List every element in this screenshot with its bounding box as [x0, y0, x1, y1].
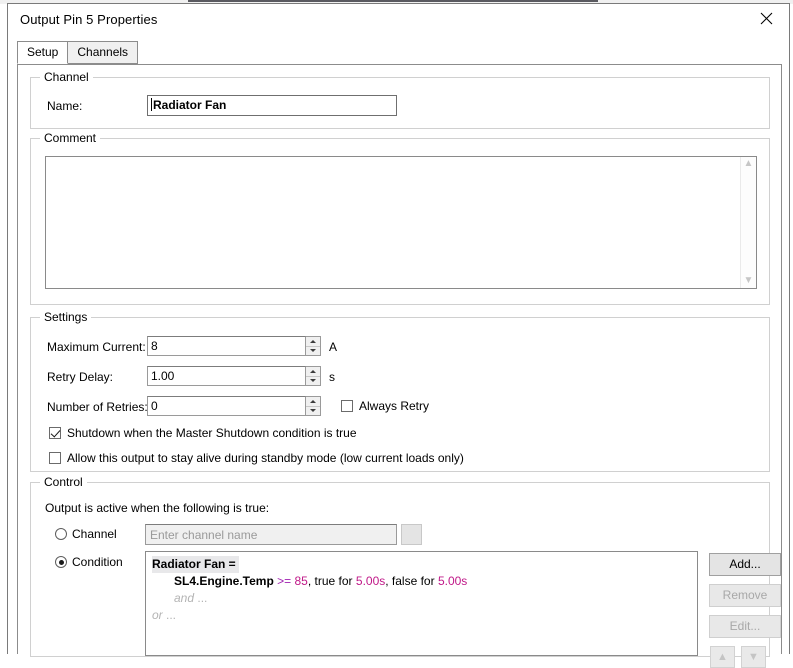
comment-group: Comment ▲ ▼	[30, 131, 770, 305]
retry-delay-input[interactable]: 1.00	[147, 366, 306, 386]
checkbox-box	[341, 400, 353, 412]
chevron-down-icon[interactable]: ▼	[744, 276, 754, 286]
stepper-up-icon[interactable]	[306, 397, 320, 407]
move-up-button: ▲	[710, 646, 735, 668]
stepper-down-icon[interactable]	[306, 346, 320, 355]
control-group: Control Output is active when the follow…	[30, 475, 781, 668]
text-caret	[151, 98, 152, 111]
name-label: Name:	[47, 99, 83, 113]
comment-scrollbar[interactable]: ▲ ▼	[740, 157, 756, 288]
channel-name-input[interactable]: Radiator Fan	[147, 95, 397, 116]
tab-channels[interactable]: Channels	[67, 41, 139, 64]
condition-channel: SL4.Engine.Temp	[174, 574, 274, 588]
retries-stepper[interactable]	[306, 396, 321, 416]
close-icon	[760, 12, 773, 25]
browse-channel-button[interactable]	[401, 524, 422, 545]
retry-delay-unit: s	[329, 370, 335, 384]
channel-group-label: Channel	[40, 70, 93, 84]
condition-rule-line[interactable]: SL4.Engine.Temp >= 85, true for 5.00s, f…	[152, 573, 691, 590]
channel-group: Channel Name: Radiator Fan	[30, 70, 770, 129]
radio-channel[interactable]: Channel	[55, 527, 117, 541]
channel-name-field[interactable]: Enter channel name	[145, 524, 397, 545]
and-keyword: and	[174, 591, 195, 605]
comment-box: ▲ ▼	[45, 156, 757, 289]
radio-condition[interactable]: Condition	[55, 555, 123, 569]
control-hint: Output is active when the following is t…	[45, 501, 270, 515]
window-title: Output Pin 5 Properties	[20, 11, 158, 27]
condition-operator: >=	[277, 574, 292, 588]
always-retry-label: Always Retry	[359, 399, 430, 413]
comment-group-label: Comment	[40, 131, 101, 145]
condition-header: Radiator Fan =	[152, 556, 239, 573]
retry-delay-stepper[interactable]	[306, 366, 321, 386]
close-button[interactable]	[744, 4, 789, 33]
condition-false-for-label: , false for	[385, 574, 438, 588]
checkbox-box	[49, 452, 61, 464]
edit-button: Edit...	[709, 615, 781, 638]
stepper-down-icon[interactable]	[306, 406, 320, 415]
add-button[interactable]: Add...	[709, 553, 781, 576]
move-down-icon: ▼	[748, 650, 759, 663]
max-current-label: Maximum Current:	[47, 340, 146, 354]
move-up-icon: ▲	[717, 650, 728, 663]
or-dots: ...	[166, 608, 177, 622]
radio-channel-label: Channel	[72, 527, 117, 541]
chevron-up-icon[interactable]: ▲	[744, 159, 754, 169]
settings-group: Settings Maximum Current: 8 A Retry Dela…	[30, 310, 770, 472]
condition-false-for-value: 5.00s	[437, 574, 468, 588]
max-current-unit: A	[329, 340, 338, 354]
background-window-edge	[188, 0, 598, 2]
retries-input[interactable]: 0	[147, 396, 306, 416]
remove-button: Remove	[709, 584, 781, 607]
condition-header-line: Radiator Fan =	[152, 556, 691, 573]
stepper-down-icon[interactable]	[306, 376, 320, 385]
stepper-up-icon[interactable]	[306, 337, 320, 347]
condition-true-for-value: 5.00s	[355, 574, 386, 588]
radio-dot	[55, 556, 67, 568]
stepper-up-icon[interactable]	[306, 367, 320, 377]
condition-or-placeholder[interactable]: or ...	[152, 607, 691, 624]
radio-dot	[55, 528, 67, 540]
max-current-stepper[interactable]	[306, 336, 321, 356]
tab-content-setup: Channel Name: Radiator Fan Comment ▲ ▼ S…	[17, 64, 782, 668]
standby-mode-checkbox[interactable]: Allow this output to stay alive during s…	[49, 451, 464, 465]
comment-input[interactable]	[46, 157, 740, 288]
checkbox-box	[49, 427, 61, 439]
output-pin-properties-dialog: Output Pin 5 Properties Setup Channels C…	[7, 3, 790, 668]
master-shutdown-label: Shutdown when the Master Shutdown condit…	[67, 426, 357, 440]
always-retry-checkbox[interactable]: Always Retry	[341, 399, 429, 413]
retries-label: Number of Retries:	[47, 400, 148, 414]
move-down-button: ▼	[741, 646, 766, 668]
or-keyword: or	[152, 608, 163, 622]
radio-condition-label: Condition	[72, 555, 123, 569]
settings-group-label: Settings	[40, 310, 92, 324]
max-current-input[interactable]: 8	[147, 336, 306, 356]
tab-strip: Setup Channels	[17, 41, 789, 64]
condition-value: 85	[294, 574, 308, 588]
control-group-label: Control	[40, 475, 87, 489]
tab-setup[interactable]: Setup	[17, 41, 69, 64]
master-shutdown-checkbox[interactable]: Shutdown when the Master Shutdown condit…	[49, 426, 357, 440]
retry-delay-label: Retry Delay:	[47, 370, 114, 384]
condition-true-for-label: , true for	[307, 574, 356, 588]
title-bar: Output Pin 5 Properties	[8, 4, 789, 34]
channel-name-value: Radiator Fan	[153, 98, 227, 112]
and-dots: ...	[197, 591, 208, 605]
condition-expression-box[interactable]: Radiator Fan = SL4.Engine.Temp >= 85, tr…	[145, 551, 698, 656]
condition-and-placeholder[interactable]: and ...	[152, 590, 691, 607]
standby-mode-label: Allow this output to stay alive during s…	[67, 451, 464, 465]
